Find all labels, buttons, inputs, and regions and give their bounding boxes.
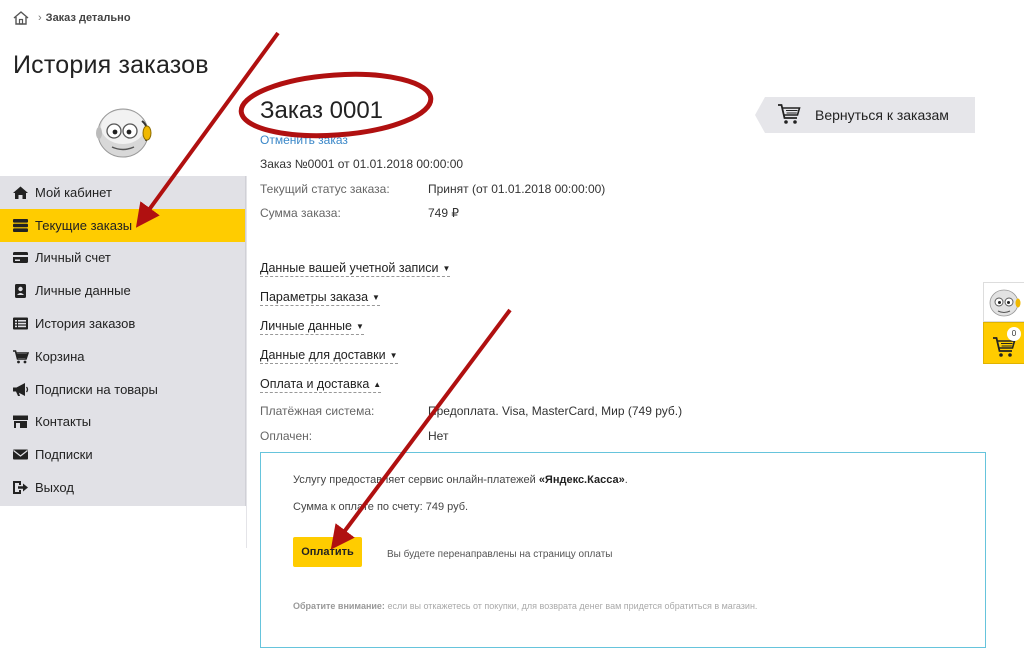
payment-system-label: Платёжная система: <box>260 404 375 418</box>
payment-sum-text: Сумма к оплате по счету: 749 руб. <box>293 501 469 513</box>
sign-out-icon <box>13 481 28 495</box>
credit-card-icon <box>13 252 28 264</box>
store-icon <box>13 415 28 429</box>
section-label: Данные для доставки <box>260 348 386 362</box>
sidebar-item-personal-data[interactable]: Личные данные <box>0 274 245 307</box>
section-payment-delivery[interactable]: Оплата и доставка ▲ <box>260 377 382 393</box>
sidebar-item-label: Подписки на товары <box>35 381 158 397</box>
robot-avatar <box>96 108 152 158</box>
sidebar: Мой кабинет Текущие заказы Личный счет Л… <box>0 176 246 506</box>
order-number-line: Заказ №0001 от 01.01.2018 00:00:00 <box>260 157 464 171</box>
paid-label: Оплачен: <box>260 429 313 443</box>
paid-status-row: Оплачен: Нет <box>260 429 448 443</box>
id-badge-icon <box>15 284 26 299</box>
megaphone-icon <box>13 382 29 396</box>
cart-icon <box>778 104 801 124</box>
order-sum-row: Сумма заказа: 749 ₽ <box>260 206 459 220</box>
order-sum-value: 749 ₽ <box>428 206 459 220</box>
section-delivery-data[interactable]: Данные для доставки ▼ <box>260 348 398 364</box>
sidebar-item-label: Личный счет <box>35 250 111 266</box>
order-status-row: Текущий статус заказа: Принят (от 01.01.2… <box>260 182 605 196</box>
page-title: История заказов <box>13 51 209 79</box>
paid-value: Нет <box>428 429 449 443</box>
sidebar-item-label: Корзина <box>35 348 85 364</box>
payment-system-value: Предоплата. Visa, MasterCard, Мир (749 р… <box>428 404 683 418</box>
sidebar-item-order-history[interactable]: История заказов <box>0 307 245 340</box>
cart-count-badge: 0 <box>1007 327 1021 341</box>
sidebar-item-label: Личные данные <box>35 283 131 299</box>
sidebar-item-my-cabinet[interactable]: Мой кабинет <box>0 176 245 209</box>
cart-icon <box>13 350 29 364</box>
sidebar-item-label: Выход <box>35 480 74 496</box>
sidebar-item-cart[interactable]: Корзина <box>0 340 245 373</box>
sidebar-item-label: Подписки <box>35 447 93 463</box>
sidebar-item-current-orders[interactable]: Текущие заказы <box>0 208 245 242</box>
section-label: Личные данные <box>260 319 352 333</box>
payment-service-name: «Яндекс.Касса» <box>538 474 625 486</box>
sidebar-item-label: История заказов <box>35 316 136 332</box>
list-icon <box>13 317 28 330</box>
notice-bold: Обратите внимание: <box>293 601 385 611</box>
sidebar-item-contacts[interactable]: Контакты <box>0 406 245 439</box>
order-title: Заказ 0001 <box>260 97 384 124</box>
back-button-label: Вернуться к заказам <box>815 107 949 123</box>
cancel-order-link[interactable]: Отменить заказ <box>260 133 348 147</box>
floating-widget: 0 <box>983 282 1024 364</box>
back-to-orders-button[interactable]: Вернуться к заказам <box>755 97 975 133</box>
payment-box: Услугу предоставляет сервис онлайн-плате… <box>260 452 986 648</box>
pay-button[interactable]: Оплатить <box>293 537 362 567</box>
content-divider <box>246 176 247 548</box>
breadcrumb: › Заказ детально <box>12 10 131 26</box>
sidebar-item-logout[interactable]: Выход <box>0 471 245 504</box>
breadcrumb-separator: › <box>38 12 42 24</box>
caret-down-icon: ▼ <box>389 351 398 361</box>
home-icon[interactable] <box>12 10 30 26</box>
section-account-data[interactable]: Данные вашей учетной записи ▼ <box>260 261 451 277</box>
section-personal-data[interactable]: Личные данные ▼ <box>260 319 364 335</box>
section-label: Параметры заказа <box>260 290 369 304</box>
breadcrumb-current: Заказ детально <box>45 12 131 24</box>
payment-service-prefix: Услугу предоставляет сервис онлайн-плате… <box>293 474 539 486</box>
sidebar-item-subscriptions[interactable]: Подписки <box>0 438 245 471</box>
refund-notice: Обратите внимание: если вы откажетесь от… <box>293 601 757 611</box>
sidebar-item-product-subscriptions[interactable]: Подписки на товары <box>0 373 245 406</box>
server-icon <box>13 218 28 232</box>
order-sum-label: Сумма заказа: <box>260 206 341 220</box>
section-label: Данные вашей учетной записи <box>260 261 439 275</box>
order-status-value: Принят (от 01.01.2018 00:00:00) <box>428 182 606 196</box>
caret-up-icon: ▲ <box>373 380 382 390</box>
section-label: Оплата и доставка <box>260 377 370 391</box>
section-order-params[interactable]: Параметры заказа ▼ <box>260 290 380 306</box>
sidebar-item-label: Мой кабинет <box>35 184 112 200</box>
payment-system-row: Платёжная система: Предоплата. Visa, Mast… <box>260 404 682 418</box>
notice-text: если вы откажетесь от покупки, для возвр… <box>384 601 758 611</box>
payment-service-end: . <box>624 474 628 486</box>
payment-service-text: Услугу предоставляет сервис онлайн-плате… <box>293 474 628 486</box>
order-status-label: Текущий статус заказа: <box>260 182 390 196</box>
chat-avatar-button[interactable] <box>983 282 1024 322</box>
redirect-note: Вы будете перенаправлены на страницу опл… <box>387 549 613 560</box>
sidebar-item-label: Контакты <box>35 414 92 430</box>
sidebar-item-personal-account[interactable]: Личный счет <box>0 242 245 275</box>
caret-down-icon: ▼ <box>442 264 451 274</box>
caret-down-icon: ▼ <box>372 293 380 303</box>
floating-cart-button[interactable]: 0 <box>983 322 1024 364</box>
envelope-icon <box>13 449 28 460</box>
sidebar-item-label: Текущие заказы <box>35 217 133 233</box>
caret-down-icon: ▼ <box>356 322 364 332</box>
home-icon <box>13 186 28 199</box>
robot-icon <box>989 289 1021 317</box>
